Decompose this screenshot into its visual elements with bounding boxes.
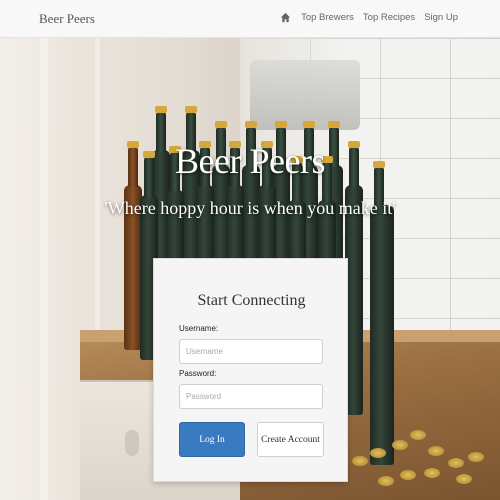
nav-top-brewers[interactable]: Top Brewers	[301, 12, 354, 23]
bottle-cap	[448, 458, 464, 468]
username-input[interactable]	[179, 339, 323, 364]
curtain-fold	[40, 0, 48, 500]
home-icon[interactable]	[280, 12, 291, 23]
hero-tagline: 'Where hoppy hour is when you make it'	[104, 198, 396, 218]
bottle-cap	[400, 470, 416, 480]
hero-title: Beer Peers	[175, 141, 325, 181]
cabinet-knob	[125, 430, 139, 456]
password-input[interactable]	[179, 384, 323, 409]
bottle-cap	[352, 456, 368, 466]
nav-top-recipes[interactable]: Top Recipes	[363, 12, 415, 23]
nav-sign-up[interactable]: Sign Up	[424, 12, 458, 23]
bottle-cap	[424, 468, 440, 478]
create-account-button[interactable]: Create Account	[257, 422, 324, 457]
login-card: Start Connecting Username: Password: Log…	[153, 258, 348, 482]
bottle-cap	[378, 476, 394, 486]
bottle-cap	[456, 474, 472, 484]
bottle-cap	[428, 446, 444, 456]
nav-links: Top Brewers Top Recipes Sign Up	[280, 12, 458, 23]
bottle-cap	[468, 452, 484, 462]
password-label: Password:	[179, 369, 217, 378]
bottle-cap	[410, 430, 426, 440]
beer-bottle	[370, 161, 394, 465]
login-button[interactable]: Log In	[179, 422, 245, 457]
username-label: Username:	[179, 324, 219, 333]
brand-link[interactable]: Beer Peers	[39, 11, 95, 27]
bottle-cap	[392, 440, 408, 450]
navbar: Beer Peers Top Brewers Top Recipes Sign …	[0, 0, 500, 38]
kitchen-appliance	[250, 60, 360, 130]
bottle-cap	[370, 448, 386, 458]
login-heading: Start Connecting	[197, 292, 306, 309]
